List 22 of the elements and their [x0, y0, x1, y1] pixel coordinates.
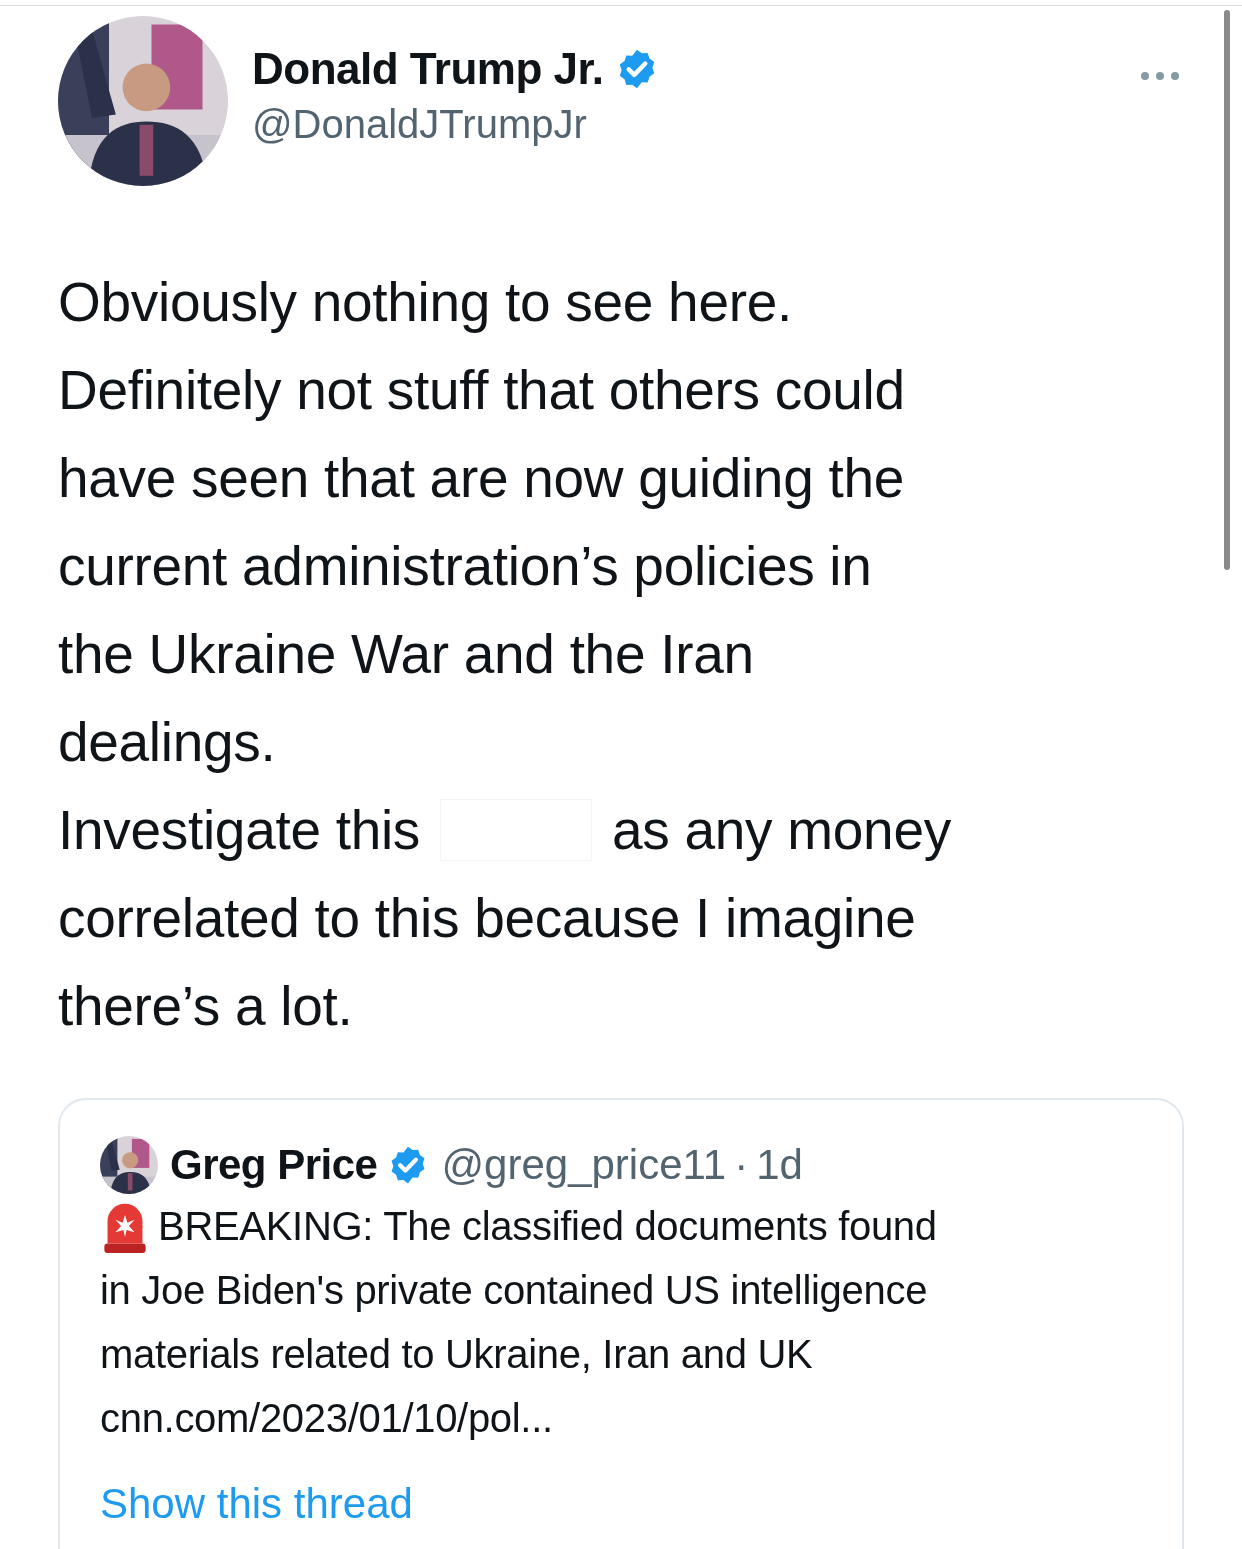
- tweet-text-line: dealings.: [58, 710, 277, 775]
- tweet-text-line: current administration’s policies in: [58, 534, 873, 599]
- quoted-text-line: in Joe Biden's private contained US intelligence: [100, 1267, 928, 1314]
- quoted-author-handle: @greg_price11: [441, 1141, 727, 1189]
- tweet-text-line: Definitely not stuff that others could: [58, 358, 906, 423]
- tweet-text-line: as any money: [612, 798, 951, 863]
- tweet-text-line: Obviously nothing to see here.: [58, 270, 793, 335]
- tweet-text-line: the Ukraine War and the Iran: [58, 622, 755, 687]
- quoted-tweet-card[interactable]: [58, 1098, 1184, 1549]
- author-handle[interactable]: @DonaldJTrumpJr: [252, 102, 1140, 147]
- separator-dot: ·: [734, 1141, 749, 1189]
- quoted-text-line: materials related to Ukraine, Iran and UK: [100, 1331, 813, 1378]
- tweet-text-line: there’s a lot.: [58, 974, 354, 1039]
- tweet-text-line: have seen that are now guiding the: [58, 446, 905, 511]
- quoted-author-name: Greg Price: [170, 1141, 378, 1189]
- author-name[interactable]: Donald Trump Jr.: [252, 44, 604, 94]
- quoted-text-line: BREAKING: The classified documents found: [158, 1203, 937, 1250]
- more-options-icon[interactable]: [1140, 71, 1180, 81]
- tweet-text-line: Investigate this: [58, 798, 421, 863]
- quoted-link[interactable]: cnn.com/2023/01/10/pol...: [100, 1386, 1142, 1450]
- timestamp: 1d: [756, 1141, 803, 1189]
- tweet-text-line: correlated to this because I imagine: [58, 886, 917, 951]
